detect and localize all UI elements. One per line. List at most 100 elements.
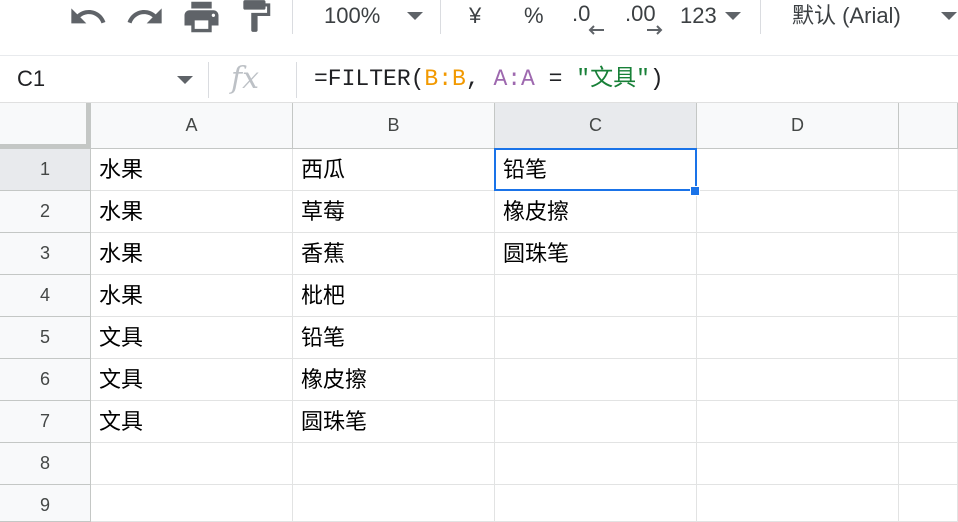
toolbar: 100% ¥ % .0 .00 123 默认 (Arial) (0, 0, 958, 56)
sheet-row: 1 水果 西瓜 铅笔 (0, 149, 958, 191)
cell-c2[interactable]: 橡皮擦 (495, 191, 697, 233)
chevron-down-icon[interactable] (941, 12, 957, 20)
cell-b8[interactable] (293, 443, 495, 485)
paint-format-button[interactable] (237, 0, 275, 32)
column-header-c[interactable]: C (495, 103, 697, 149)
undo-button[interactable] (68, 0, 108, 30)
name-box[interactable]: C1 (0, 56, 207, 102)
row-header-3[interactable]: 3 (0, 233, 91, 275)
row-header-1[interactable]: 1 (0, 149, 91, 191)
cell-d5[interactable] (697, 317, 899, 359)
formula-function: =FILTER( (314, 66, 425, 92)
cell-a1[interactable]: 水果 (91, 149, 293, 191)
cell-a4[interactable]: 水果 (91, 275, 293, 317)
chevron-down-icon[interactable] (177, 76, 193, 84)
cell-d7[interactable] (697, 401, 899, 443)
sheet-row: 5 文具 铅笔 (0, 317, 958, 359)
cell-d3[interactable] (697, 233, 899, 275)
cell-d1[interactable] (697, 149, 899, 191)
cell-e2[interactable] (899, 191, 958, 233)
cell-b4[interactable]: 枇杷 (293, 275, 495, 317)
cell-c4[interactable] (495, 275, 697, 317)
arrow-right-icon (646, 25, 664, 35)
cell-a9[interactable] (91, 485, 293, 522)
cell-c3[interactable]: 圆珠笔 (495, 233, 697, 275)
chevron-down-icon[interactable] (725, 12, 741, 20)
formula-separator: , (465, 66, 494, 92)
cell-e4[interactable] (899, 275, 958, 317)
cell-b1[interactable]: 西瓜 (293, 149, 495, 191)
cell-d6[interactable] (697, 359, 899, 401)
sheet-row: 2 水果 草莓 橡皮擦 (0, 191, 958, 233)
row-header-4[interactable]: 4 (0, 275, 91, 317)
zoom-select[interactable]: 100% (324, 0, 380, 32)
cell-d8[interactable] (697, 443, 899, 485)
active-cell-selection (494, 148, 697, 191)
cell-e8[interactable] (899, 443, 958, 485)
cell-a6[interactable]: 文具 (91, 359, 293, 401)
decrease-decimal-button[interactable]: .0 (572, 0, 590, 28)
row-header-8[interactable]: 8 (0, 443, 91, 485)
formula-bar-separator (208, 62, 209, 98)
undo-icon (71, 8, 106, 24)
select-all-corner[interactable] (0, 103, 91, 149)
toolbar-separator (440, 0, 441, 34)
cell-a5[interactable]: 文具 (91, 317, 293, 359)
cell-c8[interactable] (495, 443, 697, 485)
cell-e7[interactable] (899, 401, 958, 443)
cell-a2[interactable]: 水果 (91, 191, 293, 233)
formula-bar: C1 fx =FILTER(B:B, A:A = "文具") (0, 56, 958, 103)
column-header-e[interactable] (899, 103, 958, 149)
chevron-down-icon[interactable] (407, 12, 423, 20)
cell-c5[interactable] (495, 317, 697, 359)
print-button[interactable] (181, 0, 222, 34)
formula-bar-separator (296, 62, 297, 98)
cell-c9[interactable] (495, 485, 697, 522)
cell-e3[interactable] (899, 233, 958, 275)
cell-a8[interactable] (91, 443, 293, 485)
cell-d9[interactable] (697, 485, 899, 522)
cell-a3[interactable]: 水果 (91, 233, 293, 275)
cell-b5[interactable]: 铅笔 (293, 317, 495, 359)
print-icon (184, 1, 219, 33)
currency-format-button[interactable]: ¥ (469, 0, 481, 32)
cell-c6[interactable] (495, 359, 697, 401)
row-header-6[interactable]: 6 (0, 359, 91, 401)
cell-e9[interactable] (899, 485, 958, 522)
formula-string-literal: "文具" (576, 66, 650, 92)
arrow-left-icon (587, 25, 605, 35)
cell-e1[interactable] (899, 149, 958, 191)
sheet-row: 8 (0, 443, 958, 485)
more-formats-button[interactable]: 123 (680, 0, 717, 32)
row-header-5[interactable]: 5 (0, 317, 91, 359)
cell-c7[interactable] (495, 401, 697, 443)
cell-d2[interactable] (697, 191, 899, 233)
fill-handle[interactable] (690, 186, 700, 196)
formula-range-b: B:B (424, 66, 466, 92)
sheet-row: 4 水果 枇杷 (0, 275, 958, 317)
cell-a7[interactable]: 文具 (91, 401, 293, 443)
sheet-row: 3 水果 香蕉 圆珠笔 (0, 233, 958, 275)
cell-b3[interactable]: 香蕉 (293, 233, 495, 275)
cell-b9[interactable] (293, 485, 495, 522)
row-header-7[interactable]: 7 (0, 401, 91, 443)
font-select[interactable]: 默认 (Arial) (792, 0, 901, 32)
toolbar-separator (760, 0, 761, 34)
column-header-d[interactable]: D (697, 103, 899, 149)
cell-b2[interactable]: 草莓 (293, 191, 495, 233)
formula-input[interactable]: =FILTER(B:B, A:A = "文具") (314, 56, 958, 102)
cell-d4[interactable] (697, 275, 899, 317)
row-header-9[interactable]: 9 (0, 485, 91, 522)
cell-e6[interactable] (899, 359, 958, 401)
column-header-a[interactable]: A (91, 103, 293, 149)
paint-format-icon (243, 0, 271, 32)
cell-b7[interactable]: 圆珠笔 (293, 401, 495, 443)
redo-icon (127, 8, 162, 24)
redo-button[interactable] (125, 0, 165, 30)
increase-decimal-button[interactable]: .00 (625, 0, 656, 28)
row-header-2[interactable]: 2 (0, 191, 91, 233)
cell-e5[interactable] (899, 317, 958, 359)
percent-format-button[interactable]: % (524, 0, 544, 32)
column-header-b[interactable]: B (293, 103, 495, 149)
cell-b6[interactable]: 橡皮擦 (293, 359, 495, 401)
